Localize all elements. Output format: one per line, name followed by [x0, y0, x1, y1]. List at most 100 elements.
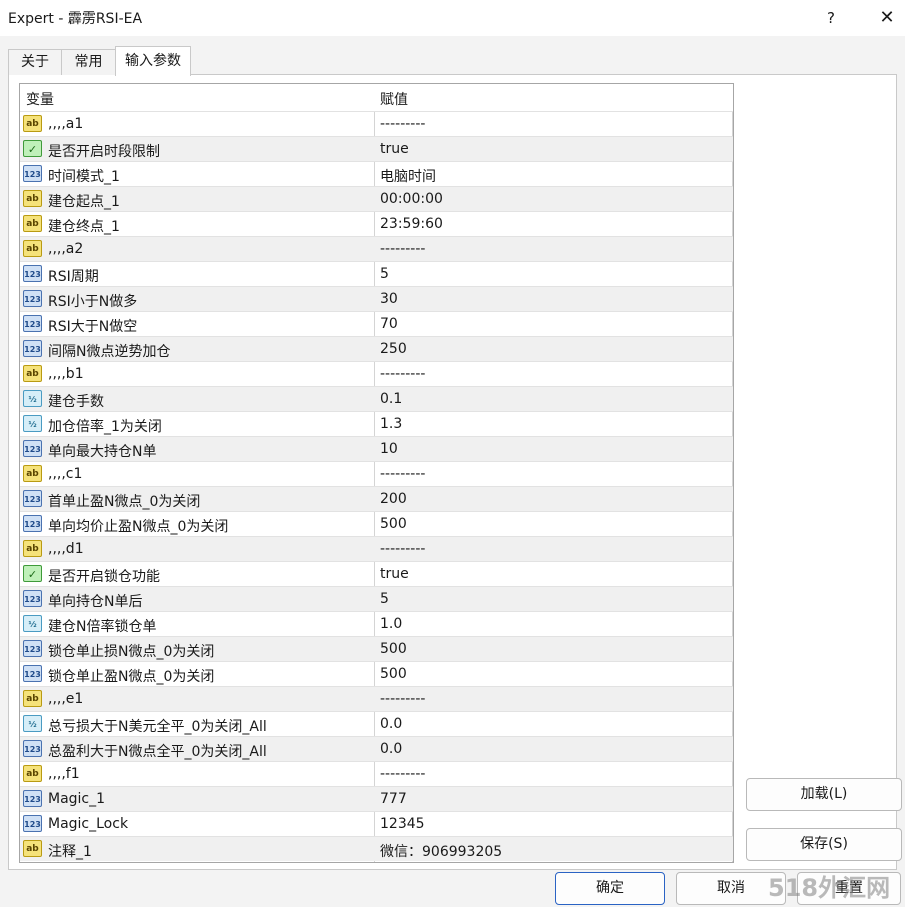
table-row[interactable]: ab 建仓起点_1 00:00:00	[20, 186, 733, 211]
table-row[interactable]: 123 RSI大于N做空 70	[20, 311, 733, 336]
param-value[interactable]: 200	[380, 491, 407, 507]
param-value[interactable]: ---------	[380, 366, 425, 382]
table-row[interactable]: ✓ 是否开启锁仓功能 true	[20, 561, 733, 586]
param-value[interactable]: 电脑时间	[380, 166, 436, 186]
save-button[interactable]: 保存(S)	[746, 828, 902, 861]
param-value[interactable]: true	[380, 141, 409, 157]
param-name: 加仓倍率_1为关闭	[48, 419, 162, 435]
table-row[interactable]: 123 首单止盈N微点_0为关闭 200	[20, 486, 733, 511]
table-row[interactable]: ab 建仓终点_1 23:59:60	[20, 211, 733, 236]
tab-about[interactable]: 关于	[8, 49, 62, 75]
param-value[interactable]: ---------	[380, 541, 425, 557]
param-value[interactable]: 1.3	[380, 416, 402, 432]
param-name: 建仓终点_1	[48, 219, 120, 235]
param-value[interactable]: 500	[380, 516, 407, 532]
param-value[interactable]: 500	[380, 666, 407, 682]
table-row[interactable]: 123 时间模式_1 电脑时间	[20, 161, 733, 186]
param-name: 是否开启锁仓功能	[48, 569, 160, 585]
double-type-icon: ½	[23, 415, 42, 432]
param-value[interactable]: 0.1	[380, 391, 402, 407]
table-row[interactable]: ab ,,,,d1 ---------	[20, 536, 733, 561]
table-row[interactable]: ½ 加仓倍率_1为关闭 1.3	[20, 411, 733, 436]
param-name: ,,,,b1	[48, 366, 84, 382]
integer-type-icon: 123	[23, 165, 42, 182]
integer-type-icon: 123	[23, 440, 42, 457]
table-row[interactable]: 123 Magic_Lock 12345	[20, 811, 733, 836]
table-row[interactable]: ab ,,,,c1 ---------	[20, 461, 733, 486]
param-name: 单向持仓N单后	[48, 594, 143, 610]
param-value[interactable]: 00:00:00	[380, 191, 443, 207]
table-row[interactable]: 123 总盈利大于N微点全平_0为关闭_All 0.0	[20, 736, 733, 761]
table-row[interactable]: ab 注释_1 微信：906993205	[20, 836, 733, 861]
header-variable[interactable]: 变量	[26, 89, 54, 109]
integer-type-icon: 123	[23, 340, 42, 357]
param-value[interactable]: 30	[380, 291, 398, 307]
param-value[interactable]: 0.0	[380, 741, 402, 757]
table-row[interactable]: 123 Magic_1 777	[20, 786, 733, 811]
param-value[interactable]: 5	[380, 266, 389, 282]
string-type-icon: ab	[23, 540, 42, 557]
param-value[interactable]: true	[380, 566, 409, 582]
param-name: 建仓起点_1	[48, 194, 120, 210]
header-value[interactable]: 赋值	[380, 89, 408, 109]
param-value[interactable]: 1.0	[380, 616, 402, 632]
param-value[interactable]: 0.0	[380, 716, 402, 732]
param-value[interactable]: ---------	[380, 116, 425, 132]
param-value[interactable]: ---------	[380, 466, 425, 482]
tab-input-params[interactable]: 输入参数	[115, 46, 191, 76]
table-row[interactable]: 123 单向均价止盈N微点_0为关闭 500	[20, 511, 733, 536]
param-value[interactable]: 10	[380, 441, 398, 457]
table-row[interactable]: ½ 总亏损大于N美元全平_0为关闭_All 0.0	[20, 711, 733, 736]
table-row[interactable]: ab ,,,,e1 ---------	[20, 686, 733, 711]
help-button[interactable]: ?	[816, 4, 846, 32]
param-name: 建仓手数	[48, 394, 104, 410]
tab-common[interactable]: 常用	[61, 49, 116, 75]
param-value[interactable]: 250	[380, 341, 407, 357]
param-name: 是否开启时段限制	[48, 144, 160, 160]
param-value[interactable]: 12345	[380, 816, 425, 832]
ok-button[interactable]: 确定	[555, 872, 665, 905]
table-row[interactable]: ab ,,,,a1 ---------	[20, 111, 733, 136]
param-value[interactable]: 777	[380, 791, 407, 807]
table-row[interactable]: ✓ 是否开启时段限制 true	[20, 136, 733, 161]
string-type-icon: ab	[23, 215, 42, 232]
integer-type-icon: 123	[23, 790, 42, 807]
table-row[interactable]: ab ,,,,b1 ---------	[20, 361, 733, 386]
param-value[interactable]: ---------	[380, 766, 425, 782]
string-type-icon: ab	[23, 465, 42, 482]
param-name: 建仓N倍率锁仓单	[48, 619, 157, 635]
table-row[interactable]: 123 间隔N微点逆势加仓 250	[20, 336, 733, 361]
table-row[interactable]: 123 单向持仓N单后 5	[20, 586, 733, 611]
close-button[interactable]: ✕	[872, 4, 902, 32]
param-value[interactable]: 23:59:60	[380, 216, 443, 232]
integer-type-icon: 123	[23, 640, 42, 657]
param-value[interactable]: 微信：906993205	[380, 841, 502, 861]
table-row[interactable]: 123 RSI周期 5	[20, 261, 733, 286]
string-type-icon: ab	[23, 765, 42, 782]
table-row[interactable]: 123 锁仓单止盈N微点_0为关闭 500	[20, 661, 733, 686]
param-name: ,,,,a2	[48, 241, 84, 257]
integer-type-icon: 123	[23, 740, 42, 757]
table-row[interactable]: 123 RSI小于N做多 30	[20, 286, 733, 311]
load-button[interactable]: 加载(L)	[746, 778, 902, 811]
param-value[interactable]: ---------	[380, 241, 425, 257]
integer-type-icon: 123	[23, 815, 42, 832]
table-row[interactable]: ½ 建仓N倍率锁仓单 1.0	[20, 611, 733, 636]
double-type-icon: ½	[23, 615, 42, 632]
table-row[interactable]: ab ,,,,a2 ---------	[20, 236, 733, 261]
string-type-icon: ab	[23, 365, 42, 382]
table-row[interactable]: ½ 建仓手数 0.1	[20, 386, 733, 411]
integer-type-icon: 123	[23, 590, 42, 607]
param-name: ,,,,c1	[48, 466, 83, 482]
title-bar: Expert - 霹雳RSI-EA ? ✕	[0, 0, 905, 36]
param-value[interactable]: 70	[380, 316, 398, 332]
table-row[interactable]: 123 锁仓单止损N微点_0为关闭 500	[20, 636, 733, 661]
param-name: 时间模式_1	[48, 169, 120, 185]
param-value[interactable]: 500	[380, 641, 407, 657]
param-value[interactable]: ---------	[380, 691, 425, 707]
param-name: 间隔N微点逆势加仓	[48, 344, 171, 360]
param-name: 总盈利大于N微点全平_0为关闭_All	[48, 744, 267, 760]
param-value[interactable]: 5	[380, 591, 389, 607]
table-row[interactable]: 123 单向最大持仓N单 10	[20, 436, 733, 461]
table-row[interactable]: ab ,,,,f1 ---------	[20, 761, 733, 786]
